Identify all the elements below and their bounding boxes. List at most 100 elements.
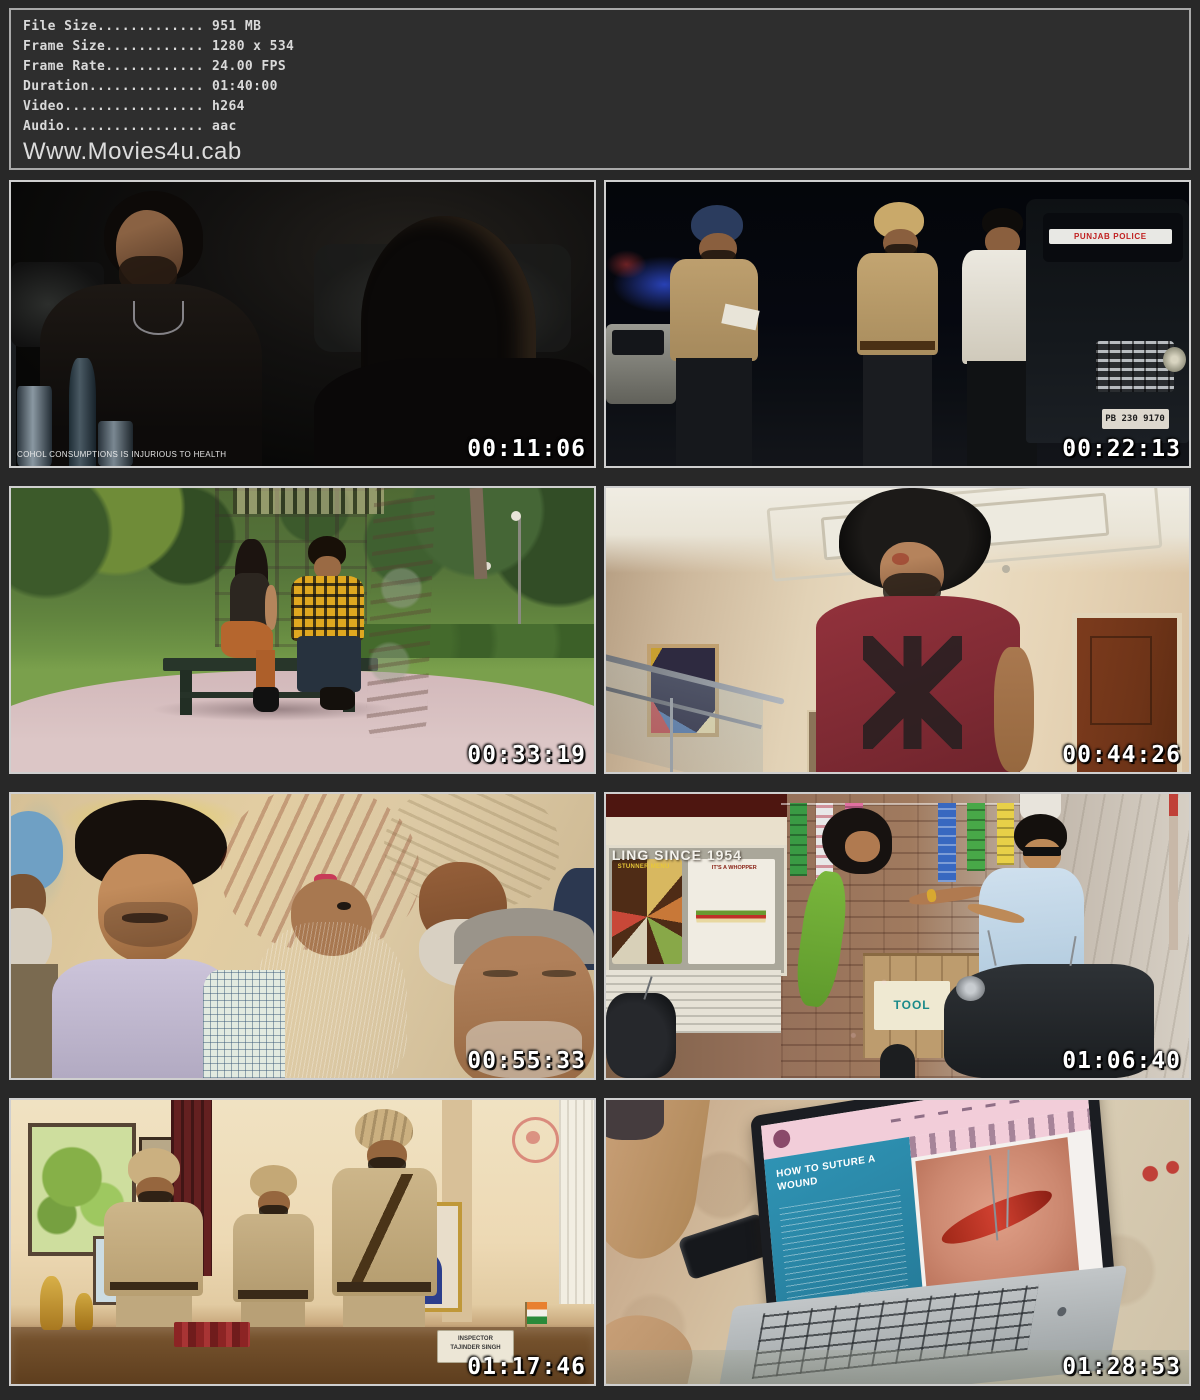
red-light-flare [606,250,647,278]
officer2-belt [238,1290,308,1299]
screenshot-grid: COHOL CONSUMPTIONS IS INJURIOUS TO HEALT… [9,180,1191,1386]
officer2-shirt [233,1214,315,1302]
screenshot-4: 00:44:26 [604,486,1191,774]
frame-size-label: Frame Size [23,39,105,54]
site-watermark: Www.Movies4u.cab [23,138,1177,165]
sleeve [604,1098,664,1140]
hanging-sachets-green2 [967,803,984,871]
file-size-row: File Size............. 951 MB [23,17,1177,37]
file-info-panel: File Size............. 951 MB Frame Size.… [9,8,1191,170]
screenshot-5: 00:55:33 [9,792,596,1080]
trophy [40,1276,63,1330]
burger-image [696,882,766,944]
parked-motorbike [606,993,676,1078]
frame-size-row: Frame Size............ 1280 x 534 [23,37,1177,57]
woman-boot [253,687,279,713]
white-vehicle-window [612,330,664,356]
man-jeans [297,636,361,693]
screenshot-7: INSPECTOR TAJINDER SINGH 01:17:46 [9,1098,596,1386]
timestamp: 00:55:33 [467,1050,586,1073]
page: File Size............. 951 MB Frame Size.… [0,0,1200,1394]
duration-label: Duration [23,79,89,94]
duration-row: Duration.............. 01:40:00 [23,77,1177,97]
dots: .............. [89,79,204,94]
health-warning-text: COHOL CONSUMPTIONS IS INJURIOUS TO HEALT… [17,450,226,459]
timestamp: 00:11:06 [467,438,586,461]
timestamp: 01:17:46 [467,1356,586,1379]
wound-gash [937,1181,1056,1253]
stunner-menu-text: STUNNER MENU [618,864,676,870]
license-plate: PB 230 9170 [1102,409,1169,429]
hanging-sachets-blue [938,803,955,883]
pergola-slats [233,488,385,514]
trophy-2 [75,1293,92,1330]
stair-baluster [670,698,673,772]
timestamp: 01:28:53 [1062,1356,1181,1379]
video-label: Video [23,99,64,114]
punjab-police-banner: PUNJAB POLICE [1049,229,1171,245]
frame-rate-value: 24.00 FPS [212,59,286,74]
flag-pole [525,1302,527,1330]
gold-bangle [926,889,937,903]
hp-logo [1056,1307,1067,1317]
sunglasses [1023,847,1061,856]
whopper-text: IT'S A WHOPPER [702,865,766,871]
steel-tumbler-2 [98,421,133,466]
plaid-shirt [291,576,364,641]
dots: ................. [64,99,204,114]
nameplate-line1: INSPECTOR [438,1335,514,1344]
door-panel [1090,636,1152,725]
frame-rate-label: Frame Rate [23,59,105,74]
screenshot-6: STUNNER MENU IT'S A WHOPPER LING SINCE 1… [604,792,1191,1080]
young-man-beard-line [104,902,191,947]
floral-cup [1131,1151,1191,1242]
woman-arm [265,585,278,630]
duration-value: 01:40:00 [212,79,278,94]
nameplate-line2: TAJINDER SINGH [438,1344,514,1352]
lamp-globe [511,511,521,521]
file-size-label: File Size [23,19,97,34]
officer2-belt [860,341,936,350]
officer3-belt [337,1282,430,1292]
india-flag [527,1302,547,1325]
video-row: Video.................h264 [23,97,1177,117]
suv-grille-dividers [1096,341,1175,392]
dots: ............ [105,59,204,74]
red-white-pole [1169,794,1178,950]
dots: ............. [97,19,204,34]
arm [994,647,1035,772]
hanging-sachets-green [790,803,807,877]
hanging-sachets-yellow [997,803,1014,865]
screenshot-2: PUNJAB POLICE PB 230 9170 00:22:13 [604,180,1191,468]
audio-label: Audio [23,119,64,134]
screenshot-8: HOW TO SUTURE A WOUND 01:28:53 [604,1098,1191,1386]
audio-row: Audio.................aac [23,117,1177,137]
suv-headlamp [1163,347,1186,373]
elderly-brow [483,970,518,977]
necklace [133,301,184,334]
shop-sign-text: LING SINCE 1954 [612,847,775,863]
shop-roof-band [606,794,787,817]
frame-size-value: 1280 x 534 [212,39,294,54]
timestamp: 00:44:26 [1062,744,1181,767]
officer1-trousers [676,358,752,466]
officer2-trousers [863,355,933,466]
dots: ................. [64,119,204,134]
man-shoe [320,687,355,710]
dots: ............ [105,39,204,54]
checked-shirt [203,970,285,1078]
timestamp: 00:22:13 [1062,438,1181,461]
officer1-belt [110,1282,197,1291]
officer3-cross-strap [337,1174,430,1288]
file-size-value: 951 MB [212,19,261,34]
palm-trunk [365,487,435,739]
red-books [174,1322,250,1348]
timestamp: 01:06:40 [1062,1050,1181,1073]
screenshot-1: COHOL CONSUMPTIONS IS INJURIOUS TO HEALT… [9,180,596,468]
tshirt-print [863,636,962,750]
moped-headlamp [956,976,985,1002]
frame-rate-row: Frame Rate............ 24.00 FPS [23,57,1177,77]
timestamp: 00:33:19 [467,744,586,767]
left-man-shoulder [9,964,58,1078]
woman-face [845,831,880,862]
